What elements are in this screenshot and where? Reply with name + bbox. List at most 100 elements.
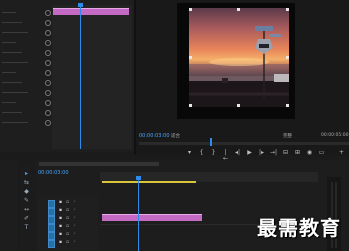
track-eye-icon[interactable]: ◦ (72, 200, 77, 205)
effect-property-row[interactable] (0, 110, 51, 116)
effect-controls-playhead-handle[interactable] (78, 3, 83, 7)
project-panel-edge (0, 160, 18, 251)
watermark: 最需教育 (257, 216, 341, 240)
extract-button[interactable]: ⊞ (294, 150, 301, 156)
effect-property-row[interactable] (0, 40, 51, 46)
export-frame-button[interactable]: ◉ (306, 150, 313, 156)
timeline-tool[interactable]: T (23, 224, 30, 231)
video-clip[interactable] (102, 214, 202, 221)
keyframe-reset-icon[interactable] (45, 60, 51, 66)
keyframe-reset-icon[interactable] (45, 90, 51, 96)
sequence-duration: 00:00:05:00 (321, 133, 349, 138)
track-target-a2[interactable] (48, 232, 55, 240)
transform-handle[interactable] (286, 8, 289, 11)
keyframe-reset-icon[interactable] (45, 20, 51, 26)
effect-controls-clip[interactable] (53, 8, 129, 15)
track-sync-icon[interactable]: ▫ (65, 240, 70, 245)
track-target-v3[interactable] (48, 200, 55, 208)
transform-handle[interactable] (189, 56, 192, 59)
effect-property-row[interactable] (0, 120, 51, 126)
step-back-button[interactable]: ◂| (234, 150, 241, 156)
video-frame[interactable] (189, 8, 289, 107)
transform-handle[interactable] (237, 8, 240, 11)
mark-out-button[interactable]: } (210, 150, 217, 156)
button-editor[interactable]: + (338, 150, 345, 156)
effect-controls-playhead[interactable] (80, 4, 81, 149)
transform-handle[interactable] (286, 104, 289, 107)
mark-in-button[interactable]: { (198, 150, 205, 156)
effect-property-row[interactable] (0, 50, 51, 56)
transform-handle[interactable] (237, 104, 240, 107)
effect-property-row[interactable] (0, 70, 51, 76)
keyframe-reset-icon[interactable] (45, 50, 51, 56)
selection-tool[interactable]: ▸ (23, 170, 30, 177)
track-sync-icon[interactable]: ▫ (65, 232, 70, 237)
timeline-tool[interactable]: ✐ (23, 215, 30, 222)
effect-property-row[interactable] (0, 80, 51, 86)
track-target-v2[interactable] (48, 208, 55, 216)
track-target-a3[interactable] (48, 240, 55, 248)
keyframe-reset-icon[interactable] (45, 80, 51, 86)
property-label (2, 82, 22, 83)
track-sync-icon[interactable]: ▫ (65, 208, 70, 213)
effect-property-row[interactable] (0, 20, 51, 26)
timeline-timecode[interactable]: 00:00:03:00 (38, 170, 69, 176)
timeline-tool[interactable]: ⇆ (23, 179, 30, 186)
step-forward-button[interactable]: |▸ (258, 150, 265, 156)
track-eye-icon[interactable]: ◦ (72, 240, 77, 245)
transform-handle[interactable] (189, 8, 192, 11)
effect-property-row[interactable] (0, 60, 51, 66)
timeline-tool[interactable]: ✎ (23, 197, 30, 204)
property-label (2, 72, 16, 73)
track-eye-icon[interactable]: ◦ (72, 216, 77, 221)
add-marker-button[interactable]: ▾ (186, 150, 193, 156)
track-eye-icon[interactable]: ◦ (72, 208, 77, 213)
timeline-tool[interactable]: ◆ (23, 188, 30, 195)
track-sync-icon[interactable]: ▫ (65, 224, 70, 229)
program-timecode[interactable]: 00:00:03:00 (139, 133, 170, 139)
track-target-v1[interactable] (48, 216, 55, 224)
program-playhead[interactable] (210, 138, 212, 146)
keyframe-reset-icon[interactable] (45, 30, 51, 36)
playback-resolution-dropdown[interactable]: 完整 (283, 133, 292, 139)
track-lock-icon[interactable]: ▪ (58, 216, 63, 221)
program-scrub-bar[interactable] (139, 142, 349, 145)
keyframe-reset-icon[interactable] (45, 40, 51, 46)
play-button[interactable]: ▶ (246, 150, 253, 156)
comparison-button[interactable]: ▭ (318, 150, 325, 156)
track-lock-icon[interactable]: ▪ (58, 208, 63, 213)
timeline-playhead[interactable] (138, 176, 139, 251)
track-sync-icon[interactable]: ▫ (65, 216, 70, 221)
effect-property-row[interactable] (0, 100, 51, 106)
lift-button[interactable]: ⊟ (282, 150, 289, 156)
transform-handle[interactable] (286, 56, 289, 59)
track-lock-icon[interactable]: ▪ (58, 232, 63, 237)
property-label (2, 52, 22, 53)
effect-property-row[interactable] (0, 10, 51, 16)
track-lock-icon[interactable]: ▪ (58, 240, 63, 245)
track-eye-icon[interactable]: ◦ (72, 224, 77, 229)
track-target-a1[interactable] (48, 224, 55, 232)
work-area-bar[interactable] (102, 181, 196, 183)
timeline-tool[interactable]: ↔ (23, 206, 30, 213)
track-lock-icon[interactable]: ▪ (58, 224, 63, 229)
keyframe-reset-icon[interactable] (45, 120, 51, 126)
effect-property-row[interactable] (0, 90, 51, 96)
zoom-level-dropdown[interactable]: 适合 (171, 133, 180, 139)
track-sync-icon[interactable]: ▫ (65, 200, 70, 205)
track-lock-icon[interactable]: ▪ (58, 200, 63, 205)
go-to-out-button[interactable]: →| (270, 150, 277, 156)
sunset-scene (189, 26, 289, 107)
keyframe-reset-icon[interactable] (45, 70, 51, 76)
keyframe-reset-icon[interactable] (45, 110, 51, 116)
timeline-playhead-handle[interactable] (136, 176, 141, 180)
transform-handle[interactable] (189, 104, 192, 107)
property-label (2, 22, 22, 23)
keyframe-reset-icon[interactable] (45, 100, 51, 106)
keyframe-reset-icon[interactable] (45, 10, 51, 16)
effect-property-row[interactable] (0, 30, 51, 36)
sequence-tab[interactable] (39, 162, 159, 166)
track-eye-icon[interactable]: ◦ (72, 232, 77, 237)
go-to-in-button[interactable]: |← (222, 150, 229, 162)
property-label (2, 32, 28, 33)
